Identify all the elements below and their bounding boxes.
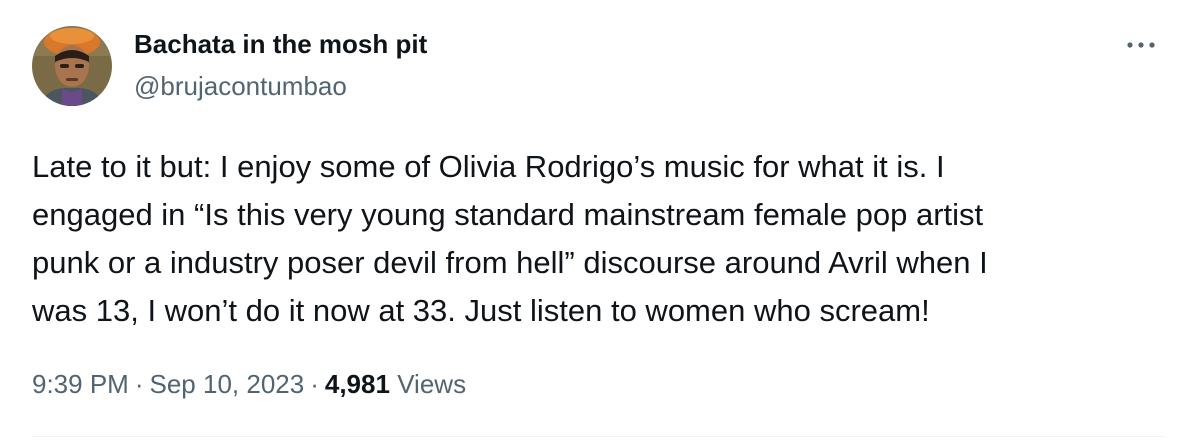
meta-separator: ·	[310, 369, 319, 399]
views-count[interactable]: 4,981	[325, 369, 390, 399]
tweet-text: Late to it but: I enjoy some of Olivia R…	[32, 149, 988, 328]
meta-separator: ·	[134, 369, 144, 399]
more-options-button[interactable]	[1118, 28, 1164, 62]
more-horizontal-icon	[1127, 42, 1155, 48]
divider	[32, 436, 1164, 437]
author-handle[interactable]: @brujacontumbao	[134, 69, 347, 103]
views-label[interactable]: Views	[397, 369, 466, 399]
tweet-metadata: 9:39 PM · Sep 10, 2023 · 4,981 Views	[32, 364, 466, 404]
avatar[interactable]	[32, 26, 112, 106]
author-display-name[interactable]: Bachata in the mosh pit	[134, 26, 427, 62]
tweet-date[interactable]: Sep 10, 2023	[150, 369, 305, 399]
tweet-card: Bachata in the mosh pit @brujacontumbao …	[0, 0, 1196, 444]
tweet-time[interactable]: 9:39 PM	[32, 369, 129, 399]
avatar-photo-icon	[32, 26, 112, 106]
